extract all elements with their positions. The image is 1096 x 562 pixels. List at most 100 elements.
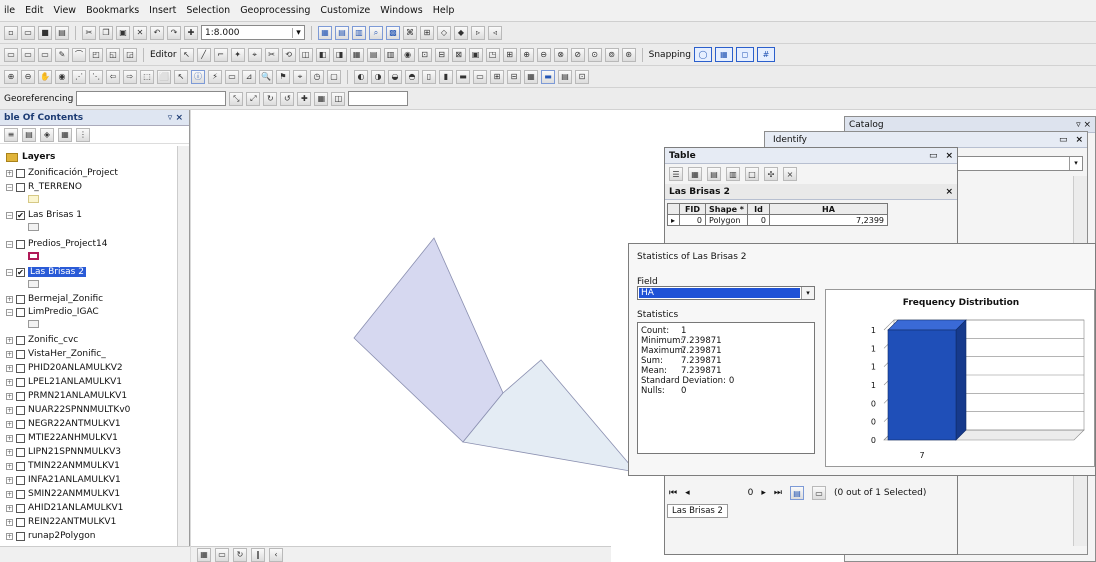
close-icon[interactable]: × xyxy=(945,187,953,197)
list-by-drawing-order-icon[interactable]: ≡ xyxy=(4,127,18,142)
previous-record-icon[interactable]: ◂ xyxy=(685,488,690,498)
georeferencing-menu[interactable]: Georeferencing xyxy=(4,94,73,104)
table-options-icon[interactable]: ☰ xyxy=(669,167,683,181)
tool-icon[interactable]: ◉ xyxy=(400,47,415,62)
rotate-value-input[interactable] xyxy=(348,91,409,106)
toc-layer-row[interactable]: + PHID20ANLAMULKV2 xyxy=(6,362,123,374)
tool-icon[interactable]: ▦ xyxy=(524,69,538,84)
tool-icon[interactable]: ↻ xyxy=(263,91,278,106)
forward-icon[interactable]: ⇨ xyxy=(123,69,137,84)
toc-layer-row[interactable]: − R_TERRENO xyxy=(6,181,82,193)
field-combo[interactable]: HA ▾ xyxy=(637,286,815,300)
column-header[interactable]: Shape * xyxy=(705,203,748,215)
toc-layer-row[interactable]: + REIN22ANTMULKV1 xyxy=(6,516,116,528)
table-bottom-tab[interactable]: Las Brisas 2 xyxy=(667,504,728,518)
toc-vertical-scrollbar[interactable] xyxy=(177,146,189,546)
delete-selected-icon[interactable]: × xyxy=(783,167,797,181)
tool-icon[interactable]: ⊗ xyxy=(553,47,568,62)
tool-icon[interactable]: ⤡ xyxy=(229,91,244,106)
tool-icon[interactable]: ⊠ xyxy=(451,47,466,62)
tool-icon[interactable]: ▹ xyxy=(471,25,485,40)
tool-icon[interactable]: ▬ xyxy=(541,69,555,84)
layer-symbol-swatch[interactable] xyxy=(28,320,39,328)
refresh-icon[interactable]: ↻ xyxy=(233,547,247,562)
tool-icon[interactable]: ◧ xyxy=(315,47,330,62)
pin-close-icon[interactable]: ▿ × xyxy=(168,113,183,123)
tool-icon[interactable]: ◓ xyxy=(405,69,419,84)
column-header[interactable]: HA xyxy=(769,203,888,215)
tool-icon[interactable]: ⊟ xyxy=(434,47,449,62)
data-view-icon[interactable]: ▦ xyxy=(197,547,211,562)
toc-layer-row[interactable]: + LPEL21ANLAMULKV1 xyxy=(6,376,122,388)
tool-icon[interactable]: ◱ xyxy=(106,47,120,62)
toc-layer-row[interactable]: + Zonific_cvc xyxy=(6,334,78,346)
layer-symbol-swatch[interactable] xyxy=(28,195,39,203)
layer-visibility-checkbox[interactable] xyxy=(16,307,25,317)
layer-visibility-checkbox[interactable] xyxy=(16,419,25,429)
menu-geoprocessing[interactable]: Geoprocessing xyxy=(240,5,310,16)
new-icon[interactable]: ▫ xyxy=(4,25,18,40)
layer-symbol-swatch[interactable] xyxy=(28,280,39,288)
tool-icon[interactable]: ▦ xyxy=(349,47,364,62)
last-record-icon[interactable]: ⏭ xyxy=(774,488,782,498)
layer-visibility-checkbox[interactable] xyxy=(16,475,25,485)
expand-icon[interactable]: + xyxy=(6,295,13,303)
tool-icon[interactable]: ◨ xyxy=(332,47,347,62)
cut-icon[interactable]: ✂ xyxy=(82,25,96,40)
related-tables-icon[interactable]: ▦ xyxy=(688,167,702,181)
tool-icon[interactable]: ⟲ xyxy=(281,47,296,62)
close-icon[interactable]: × xyxy=(1075,135,1083,145)
tool-icon[interactable]: ◳ xyxy=(485,47,500,62)
layers-root[interactable]: Layers xyxy=(6,152,55,162)
collapse-icon[interactable]: − xyxy=(6,268,13,276)
open-icon[interactable]: ▭ xyxy=(21,25,35,40)
tool-icon[interactable]: ▣ xyxy=(468,47,483,62)
tool-icon[interactable]: ▮ xyxy=(439,69,453,84)
tool-icon[interactable]: ▭ xyxy=(473,69,487,84)
tool-icon[interactable]: ◇ xyxy=(437,25,451,40)
layout-view-icon[interactable]: ▭ xyxy=(215,547,229,562)
fixed-zoom-out-icon[interactable]: ⋱ xyxy=(89,69,103,84)
expand-icon[interactable]: + xyxy=(6,448,13,456)
menu-ile[interactable]: ile xyxy=(4,5,15,16)
tool-icon[interactable]: ⊟ xyxy=(507,69,521,84)
tool-icon[interactable]: ⊡ xyxy=(575,69,589,84)
expand-icon[interactable]: + xyxy=(6,518,13,526)
menu-view[interactable]: View xyxy=(54,5,77,16)
tool-icon[interactable]: ▭ xyxy=(4,47,18,62)
layer-visibility-checkbox[interactable] xyxy=(16,517,25,527)
toc-layer-row[interactable]: − ✔ Las Brisas 2 xyxy=(6,266,86,278)
expand-icon[interactable]: + xyxy=(6,169,13,177)
table-of-contents-icon[interactable]: ▤ xyxy=(335,25,349,40)
tool-icon[interactable]: ⊙ xyxy=(587,47,602,62)
straight-segment-icon[interactable]: ╱ xyxy=(196,47,211,62)
add-data-icon[interactable]: ✚ xyxy=(184,25,198,40)
list-by-source-icon[interactable]: ▤ xyxy=(22,127,36,142)
expand-icon[interactable]: + xyxy=(6,504,13,512)
tool-icon[interactable]: ▤ xyxy=(366,47,381,62)
clear-selection-icon[interactable]: □ xyxy=(745,167,759,181)
python-icon[interactable]: ⌘ xyxy=(403,25,417,40)
toc-layer-row[interactable]: + NEGR22ANTMULKV1 xyxy=(6,418,121,430)
expand-icon[interactable]: + xyxy=(6,350,13,358)
next-record-icon[interactable]: ▸ xyxy=(761,488,766,498)
tool-icon[interactable]: ▭ xyxy=(21,47,35,62)
list-by-selection-icon[interactable]: ▦ xyxy=(58,127,72,142)
map-scale-combo[interactable]: 1:8.000 ▾ xyxy=(201,25,305,40)
identify-icon[interactable]: ⓘ xyxy=(191,69,205,84)
toc-layer-row[interactable]: + VistaHer_Zonific_ xyxy=(6,348,106,360)
zoom-out-icon[interactable]: ⊖ xyxy=(21,69,35,84)
toc-layer-row[interactable]: − ✔ Las Brisas 1 xyxy=(6,209,82,221)
options-icon[interactable]: ⋮ xyxy=(76,127,90,142)
tool-icon[interactable]: ⌒ xyxy=(72,47,86,62)
table-cell[interactable]: Polygon xyxy=(705,214,748,226)
find-route-icon[interactable]: ⚑ xyxy=(276,69,290,84)
tool-icon[interactable]: ▭ xyxy=(38,47,52,62)
tool-icon[interactable]: ⊡ xyxy=(417,47,432,62)
menu-selection[interactable]: Selection xyxy=(186,5,230,16)
menu-customize[interactable]: Customize xyxy=(320,5,370,16)
show-selected-records-icon[interactable]: ▭ xyxy=(812,486,827,500)
menu-windows[interactable]: Windows xyxy=(380,5,422,16)
select-by-attributes-icon[interactable]: ▤ xyxy=(707,167,721,181)
expand-icon[interactable]: + xyxy=(6,378,13,386)
